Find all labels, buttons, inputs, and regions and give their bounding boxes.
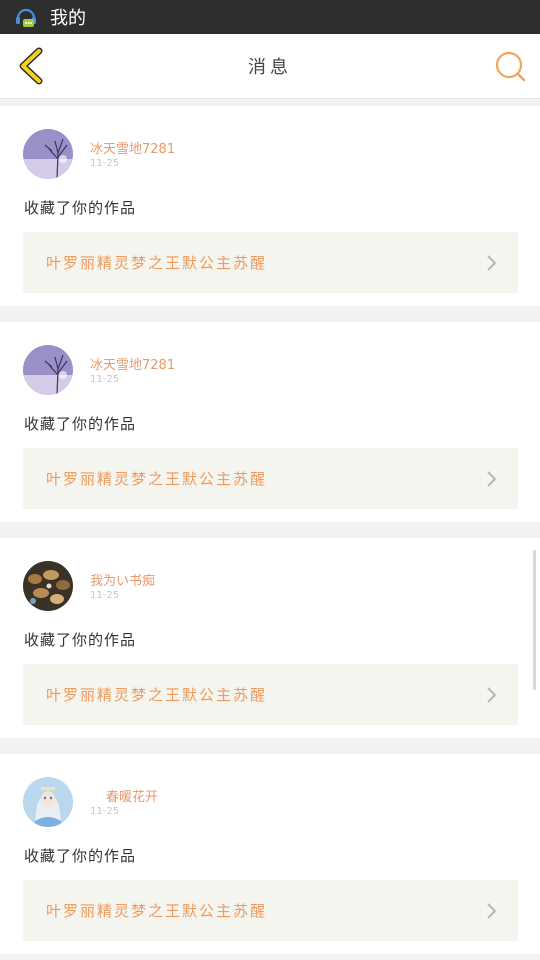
notification-card: 冰天雪地7281 11-25 收藏了你的作品 叶罗丽精灵梦之王默公主苏醒 bbox=[0, 106, 540, 306]
notification-date: 11-25 bbox=[90, 806, 120, 817]
notification-date: 11-25 bbox=[90, 374, 120, 385]
pebbles-avatar[interactable] bbox=[23, 561, 73, 611]
header-bar: 消息 bbox=[0, 34, 540, 99]
notification-date: 11-25 bbox=[90, 158, 120, 169]
status-bar: 我的 bbox=[0, 0, 540, 34]
work-title: 叶罗丽精灵梦之王默公主苏醒 bbox=[46, 470, 268, 488]
winter-tree-avatar[interactable] bbox=[23, 345, 73, 395]
chevron-right-icon bbox=[487, 687, 497, 703]
notification-card: 我为い书痴 11-25 收藏了你的作品 叶罗丽精灵梦之王默公主苏醒 bbox=[0, 538, 540, 738]
work-link[interactable]: 叶罗丽精灵梦之王默公主苏醒 bbox=[23, 880, 518, 941]
notification-card: 冰天雪地7281 11-25 收藏了你的作品 叶罗丽精灵梦之王默公主苏醒 bbox=[0, 322, 540, 522]
doll-avatar[interactable] bbox=[23, 777, 73, 827]
work-title: 叶罗丽精灵梦之王默公主苏醒 bbox=[46, 254, 268, 272]
search-icon[interactable] bbox=[492, 48, 528, 84]
notification-action: 收藏了你的作品 bbox=[24, 199, 137, 217]
notification-action: 收藏了你的作品 bbox=[24, 415, 137, 433]
username[interactable]: 春暖花开 bbox=[106, 786, 158, 805]
notification-date: 11-25 bbox=[90, 590, 120, 601]
chevron-right-icon bbox=[487, 255, 497, 271]
chevron-right-icon bbox=[487, 903, 497, 919]
work-title: 叶罗丽精灵梦之王默公主苏醒 bbox=[46, 902, 268, 920]
headset-chat-icon bbox=[16, 8, 36, 27]
page-title: 消息 bbox=[248, 57, 292, 78]
notification-card: 春暖花开 11-25 收藏了你的作品 叶罗丽精灵梦之王默公主苏醒 bbox=[0, 754, 540, 954]
username[interactable]: 我为い书痴 bbox=[90, 570, 155, 589]
status-app-title: 我的 bbox=[50, 8, 86, 29]
scrollbar[interactable] bbox=[533, 550, 536, 690]
work-link[interactable]: 叶罗丽精灵梦之王默公主苏醒 bbox=[23, 232, 518, 293]
winter-tree-avatar[interactable] bbox=[23, 129, 73, 179]
chevron-right-icon bbox=[487, 471, 497, 487]
work-title: 叶罗丽精灵梦之王默公主苏醒 bbox=[46, 686, 268, 704]
chevron-left-icon[interactable] bbox=[12, 46, 52, 86]
username[interactable]: 冰天雪地7281 bbox=[90, 138, 175, 157]
username[interactable]: 冰天雪地7281 bbox=[90, 354, 175, 373]
work-link[interactable]: 叶罗丽精灵梦之王默公主苏醒 bbox=[23, 664, 518, 725]
work-link[interactable]: 叶罗丽精灵梦之王默公主苏醒 bbox=[23, 448, 518, 509]
notification-action: 收藏了你的作品 bbox=[24, 631, 137, 649]
notification-action: 收藏了你的作品 bbox=[24, 847, 137, 865]
